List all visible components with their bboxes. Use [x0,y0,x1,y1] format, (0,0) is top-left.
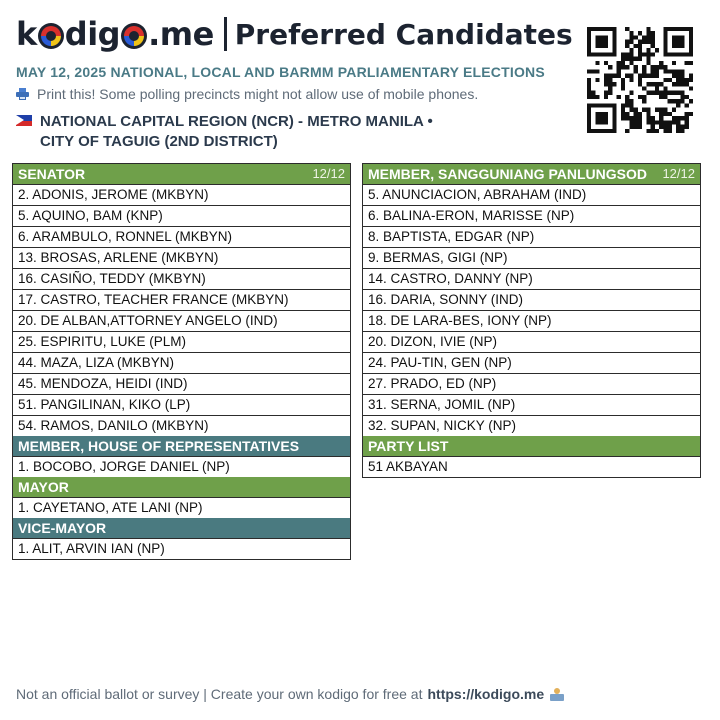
senator-header: SENATOR 12/12 [13,164,350,185]
candidate-row: 44. MAZA, LIZA (MKBYN) [13,353,350,374]
senator-title: SENATOR [18,166,86,182]
party-list-list: 51 AKBAYAN [363,457,700,477]
house-rep-header: MEMBER, HOUSE OF REPRESENTATIVES [13,436,350,457]
ballot-logo-icon-2 [121,23,148,49]
logo-text-me: .me [148,15,214,53]
left-column: SENATOR 12/12 2. ADONIS, JEROME (MKBYN) 5… [12,163,351,560]
candidate-row: 16. CASIÑO, TEDDY (MKBYN) [13,269,350,290]
party-list-header: PARTY LIST [363,436,700,457]
logo-text-k: k [16,15,37,53]
person-at-computer-icon [550,687,565,701]
candidate-row: 45. MENDOZA, HEIDI (IND) [13,374,350,395]
house-rep-list: 1. BOCOBO, JORGE DANIEL (NP) [13,457,350,477]
mayor-header: MAYOR [13,477,350,498]
candidate-row: 13. BROSAS, ARLENE (MKBYN) [13,248,350,269]
candidate-row: 9. BERMAS, GIGI (NP) [363,248,700,269]
candidate-row: 8. BAPTISTA, EDGAR (NP) [363,227,700,248]
kodigo-logo[interactable]: k dig .me [16,15,214,53]
region-line-1: NATIONAL CAPITAL REGION (NCR) - METRO MA… [40,113,433,130]
council-title: MEMBER, SANGGUNIANG PANLUNGSOD [368,166,647,182]
ballot-logo-icon [37,23,64,49]
candidate-row: 18. DE LARA-BES, IONY (NP) [363,311,700,332]
candidate-row: 20. DIZON, IVIE (NP) [363,332,700,353]
candidate-row: 24. PAU-TIN, GEN (NP) [363,353,700,374]
mayor-list: 1. CAYETANO, ATE LANI (NP) [13,498,350,518]
region-text: NATIONAL CAPITAL REGION (NCR) - METRO MA… [40,112,433,152]
candidate-row: 20. DE ALBAN,ATTORNEY ANGELO (IND) [13,311,350,332]
print-note-text: Print this! Some polling precincts might… [37,86,479,102]
candidate-row: 54. RAMOS, DANILO (MKBYN) [18,418,209,433]
qr-code[interactable] [586,27,694,133]
senator-count: 12/12 [312,166,345,181]
candidate-row: 14. CASTRO, DANNY (NP) [363,269,700,290]
page-title: Preferred Candidates [234,17,573,51]
candidate-row: 6. ARAMBULO, RONNEL (MKBYN) [13,227,350,248]
candidate-row: 1. BOCOBO, JORGE DANIEL (NP) [18,459,230,474]
footer-text: Not an official ballot or survey | Creat… [16,686,423,702]
council-list: 5. ANUNCIACION, ABRAHAM (IND) 6. BALINA-E… [363,185,700,436]
party-list-title: PARTY LIST [368,438,449,454]
candidate-row: 25. ESPIRITU, LUKE (PLM) [13,332,350,353]
candidate-row: 16. DARIA, SONNY (IND) [363,290,700,311]
candidate-row: 1. ALIT, ARVIN IAN (NP) [18,541,165,556]
candidate-row: 51. PANGILINAN, KIKO (LP) [13,395,350,416]
vice-mayor-list: 1. ALIT, ARVIN IAN (NP) [13,539,350,559]
logo-text-dig: dig [64,15,121,53]
candidate-row: 6. BALINA-ERON, MARISSE (NP) [363,206,700,227]
candidate-row: 17. CASTRO, TEACHER FRANCE (MKBYN) [13,290,350,311]
header: k dig .me Preferred Candidates MAY 12, 2… [16,14,576,152]
footer-link[interactable]: https://kodigo.me [427,686,544,702]
candidate-row: 27. PRADO, ED (NP) [363,374,700,395]
philippine-flag-icon [16,115,32,126]
house-rep-title: MEMBER, HOUSE OF REPRESENTATIVES [18,438,300,454]
election-subtitle: MAY 12, 2025 NATIONAL, LOCAL AND BARMM P… [16,64,545,80]
footer: Not an official ballot or survey | Creat… [16,686,565,702]
region-row: NATIONAL CAPITAL REGION (NCR) - METRO MA… [16,112,576,152]
title-row: k dig .me Preferred Candidates [16,14,576,54]
candidate-row: 1. CAYETANO, ATE LANI (NP) [18,500,203,515]
candidate-row: 31. SERNA, JOMIL (NP) [363,395,700,416]
vice-mayor-header: VICE-MAYOR [13,518,350,539]
candidate-row: 51 AKBAYAN [368,459,448,474]
print-note: Print this! Some polling precincts might… [16,86,576,102]
candidate-row: 2. ADONIS, JEROME (MKBYN) [13,185,350,206]
senator-list: 2. ADONIS, JEROME (MKBYN) 5. AQUINO, BAM … [13,185,350,436]
council-count: 12/12 [662,166,695,181]
title-separator [223,17,227,51]
candidate-row: 32. SUPAN, NICKY (NP) [368,418,517,433]
vice-mayor-title: VICE-MAYOR [18,520,107,536]
region-line-2: CITY OF TAGUIG (2ND DISTRICT) [40,133,278,150]
printer-icon [16,88,29,100]
right-column: MEMBER, SANGGUNIANG PANLUNGSOD 12/12 5. … [362,163,701,478]
candidate-row: 5. ANUNCIACION, ABRAHAM (IND) [363,185,700,206]
council-header: MEMBER, SANGGUNIANG PANLUNGSOD 12/12 [363,164,700,185]
mayor-title: MAYOR [18,479,69,495]
candidate-row: 5. AQUINO, BAM (KNP) [13,206,350,227]
